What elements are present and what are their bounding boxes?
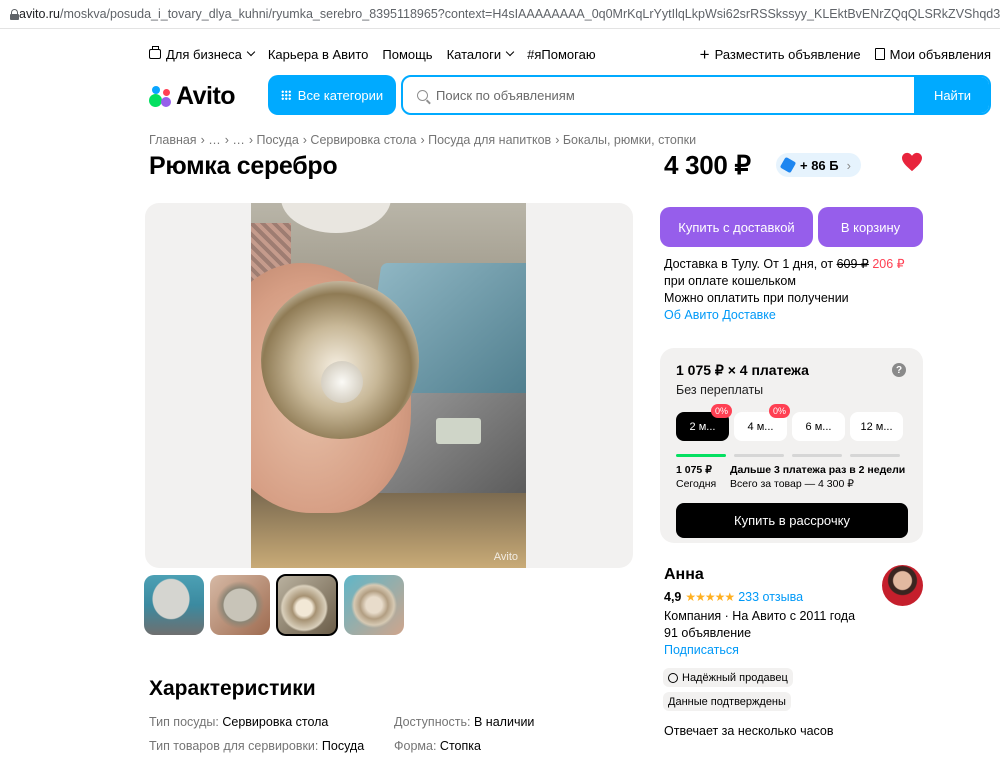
chevron-down-icon — [246, 47, 256, 57]
top-nav: Для бизнеса Карьера в Авито Помощь Катал… — [149, 44, 991, 64]
medal-icon — [668, 672, 678, 683]
breadcrumb-item[interactable]: … — [208, 133, 221, 147]
avatar[interactable] — [882, 565, 923, 606]
delivery-info: Доставка в Тулу. От 1 дня, от 609 ₽ 206 … — [664, 256, 924, 324]
photo-watermark: Avito — [493, 551, 518, 563]
seller-type: Компания · На Авито с 2011 года — [664, 609, 856, 623]
post-ad-link[interactable]: + Разместить объявление — [700, 46, 861, 63]
nav-business-label: Для бизнеса — [166, 46, 242, 62]
avito-logo[interactable]: Avito — [149, 82, 236, 111]
param-row: Форма: Стопка — [394, 739, 481, 753]
bonus-badge[interactable]: + 86 Б › — [776, 153, 861, 177]
buy-with-delivery-button[interactable]: Купить с доставкой — [660, 207, 813, 247]
nav-help-tag[interactable]: #яПомогаю — [527, 47, 595, 62]
url-host: avito.ru — [19, 7, 60, 21]
installments-subtitle: Без переплаты — [676, 383, 764, 397]
bonus-icon — [779, 156, 797, 174]
installments-title: 1 075 ₽ × 4 платежа — [676, 362, 809, 378]
next-payments: Дальше 3 платежа раз в 2 недели Всего за… — [730, 464, 906, 490]
seller-rating: 4,9 ★★★★★ 233 отзыва — [664, 590, 803, 604]
breadcrumb-item[interactable]: Посуда — [257, 133, 299, 147]
address-bar[interactable]: avito.ru/moskva/posuda_i_tovary_dlya_kuh… — [0, 0, 1000, 29]
breadcrumb-item[interactable]: Бокалы, рюмки, стопки — [563, 133, 696, 147]
all-categories-button[interactable]: Все категории — [268, 75, 396, 115]
pay-on-delivery-note: Можно оплатить при получении — [664, 291, 849, 305]
search-input[interactable] — [436, 87, 914, 103]
buy-installments-button[interactable]: Купить в рассрочку — [676, 503, 908, 538]
main-photo[interactable]: Avito — [251, 203, 526, 568]
param-row: Тип товаров для сервировки: Посуда — [149, 739, 365, 753]
breadcrumb: Главная › … › … › Посуда › Сервировка стола ›… — [149, 133, 697, 147]
installment-option[interactable]: 2 м... 0% — [676, 404, 732, 441]
installments-card: 1 075 ₽ × 4 платежа ? Без переплаты 2 м.… — [660, 348, 923, 543]
breadcrumb-item[interactable]: Сервировка стола — [310, 133, 416, 147]
param-row: Тип посуды: Сервировка стола — [149, 715, 329, 729]
first-payment: 1 075 ₽ Сегодня — [676, 464, 717, 490]
old-delivery-price: 609 ₽ — [836, 257, 869, 271]
price: 4 300 ₽ — [664, 150, 751, 180]
my-ads-label: Мои объявления — [889, 46, 991, 62]
nav-catalogs[interactable]: Каталоги — [446, 46, 515, 62]
zero-percent-badge: 0% — [710, 404, 732, 418]
reviews-link[interactable]: 233 отзыва — [738, 590, 803, 604]
new-delivery-price: 206 ₽ — [872, 257, 905, 271]
briefcase-icon — [149, 46, 161, 59]
chevron-right-icon: › — [846, 157, 851, 173]
characteristics-title: Характеристики — [149, 677, 316, 700]
add-to-cart-button[interactable]: В корзину — [818, 207, 923, 247]
post-ad-label: Разместить объявление — [714, 46, 861, 62]
thumbnail[interactable] — [210, 575, 270, 635]
seller-name[interactable]: Анна — [664, 566, 704, 584]
delivery-text: Доставка в Тулу. От 1 дня, от — [664, 257, 834, 271]
breadcrumb-item[interactable]: Главная — [149, 133, 197, 147]
nav-career[interactable]: Карьера в Авито — [268, 47, 369, 62]
thumbnail[interactable] — [144, 575, 204, 635]
documents-icon — [874, 48, 885, 60]
installment-option[interactable]: 6 м... — [792, 412, 845, 441]
thumbnail[interactable] — [344, 575, 404, 635]
subscribe-link[interactable]: Подписаться — [664, 642, 855, 659]
thumbnail-active[interactable] — [276, 574, 338, 636]
logo-dots-icon — [149, 85, 173, 109]
chevron-down-icon — [505, 47, 515, 57]
param-row: Доступность: В наличии — [394, 715, 535, 729]
breadcrumb-item[interactable]: … — [232, 133, 245, 147]
nav-business[interactable]: Для бизнеса — [149, 46, 256, 62]
thumbnail-strip — [144, 574, 410, 636]
installment-option[interactable]: 4 м... 0% — [734, 404, 790, 441]
payment-progress — [676, 454, 908, 457]
favorite-heart-icon[interactable] — [901, 152, 923, 172]
delivery-wallet-note: при оплате кошельком — [664, 274, 796, 288]
nav-catalogs-label: Каталоги — [446, 46, 502, 62]
breadcrumb-item[interactable]: Посуда для напитков — [428, 133, 551, 147]
bonus-amount: + 86 Б — [800, 157, 839, 173]
search-bar: Найти — [401, 75, 991, 115]
nav-help[interactable]: Помощь — [382, 47, 432, 62]
zero-percent-badge: 0% — [768, 404, 790, 418]
seller-info: Компания · На Авито с 2011 года 91 объяв… — [664, 608, 855, 659]
help-icon[interactable]: ? — [892, 363, 906, 377]
plus-icon: + — [699, 44, 710, 64]
installment-option[interactable]: 12 м... — [850, 412, 903, 441]
url-path: /moskva/posuda_i_tovary_dlya_kuhni/ryumk… — [60, 7, 1000, 21]
photo-gallery[interactable]: Avito — [145, 203, 633, 568]
grid-icon — [280, 90, 291, 100]
reply-time: Отвечает за несколько часов — [664, 724, 834, 738]
all-categories-label: Все категории — [297, 87, 384, 103]
logo-wordmark: Avito — [176, 82, 236, 110]
delivery-info-link[interactable]: Об Авито Доставке — [664, 307, 924, 324]
search-button[interactable]: Найти — [914, 77, 989, 113]
star-icon: ★★★★★ — [685, 590, 735, 604]
installment-options: 2 м... 0% 4 м... 0% 6 м... 12 м... — [676, 404, 908, 441]
search-icon — [417, 89, 428, 101]
page-title: Рюмка серебро — [149, 152, 338, 180]
seller-ads-count: 91 объявление — [664, 626, 752, 640]
my-ads-link[interactable]: Мои объявления — [874, 46, 991, 62]
verified-data-badge: Данные подтверждены — [663, 692, 791, 711]
rating-value: 4,9 — [664, 590, 682, 604]
reliable-seller-badge: Надёжный продавец — [663, 668, 793, 687]
